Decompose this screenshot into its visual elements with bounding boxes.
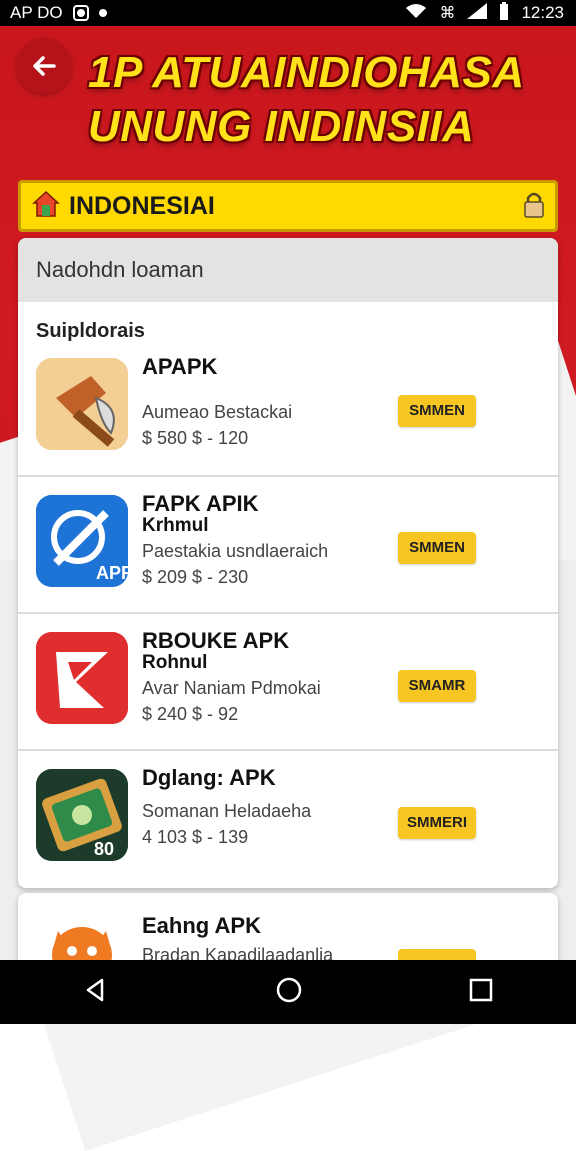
page-title: 1P ATUAINDIOHASA UNUNG INDINSIIA [88, 46, 568, 154]
app-list-panel: Nadohdn loaman Suipldorais APAPK Aumeao … [18, 238, 558, 888]
action-button[interactable]: SMMEN [398, 395, 476, 427]
list-item[interactable]: APAPK Aumeao Bestackai $ 580 $ - 120 SMM… [18, 340, 558, 477]
recents-nav-icon[interactable] [468, 977, 494, 1008]
arrow-left-icon [33, 56, 56, 76]
notification-icon [72, 5, 89, 21]
wifi-icon [405, 3, 427, 24]
app-subtitle: Rohnul [142, 652, 208, 673]
action-button[interactable]: SMMERI [398, 807, 476, 839]
app-name: Dglang: APK [142, 765, 276, 790]
status-bar: AP DO ⌘ 12:23 [0, 0, 576, 26]
vibrate-icon: ⌘ [439, 5, 456, 22]
back-button[interactable] [16, 38, 72, 94]
title-line-2: UNUNG INDINSIIA [88, 102, 475, 151]
flag-icon [36, 632, 128, 724]
search-field[interactable]: Nadohdn loaman [18, 238, 558, 302]
home-nav-icon[interactable] [274, 975, 304, 1010]
app-description: Somanan Heladaeha [142, 801, 312, 821]
app-price: $ 580 $ - 120 [142, 428, 249, 448]
money-icon: 80 [36, 769, 128, 861]
app-price: $ 240 $ - 92 [142, 704, 239, 724]
app-name: FAPK APIK [142, 491, 259, 516]
lock-icon [523, 190, 545, 223]
action-button[interactable]: SMAMR [398, 670, 476, 702]
country-label: INDONESIAI [69, 191, 215, 220]
list-item[interactable]: APR FAPK APIK Krhmul Paestakia usndlaera… [18, 477, 558, 614]
battery-icon [499, 1, 509, 25]
navigation-bar [0, 960, 576, 1024]
back-nav-icon[interactable] [82, 976, 110, 1009]
list-item[interactable]: RBOUKE APK Rohnul Avar Naniam Pdmokai $ … [18, 614, 558, 751]
clock: 12:23 [521, 3, 564, 22]
home-icon [31, 189, 61, 224]
signal-icon [467, 2, 488, 24]
action-button[interactable]: SMMEN [398, 532, 476, 564]
tool-icon: APR [36, 495, 128, 587]
country-selector[interactable]: INDONESIAI [18, 180, 558, 232]
app-name: APAPK [142, 354, 218, 379]
app-name: Eahng APK [142, 913, 261, 938]
app-price: 4 103 $ - 139 [142, 827, 249, 847]
dot-icon [98, 9, 107, 17]
app-subtitle: Krhmul [142, 515, 209, 536]
app-price: $ 209 $ - 230 [142, 567, 249, 587]
svg-text:80: 80 [94, 839, 114, 859]
status-text: AP DO [10, 3, 63, 22]
app-name: RBOUKE APK [142, 628, 290, 653]
hammer-icon [36, 358, 128, 450]
list-item[interactable]: 80 Dglang: APK Somanan Heladaeha 4 103 $… [18, 751, 558, 888]
search-text: Nadohdn loaman [36, 257, 204, 282]
title-line-1: 1P ATUAINDIOHASA [88, 48, 525, 97]
svg-text:APR: APR [96, 563, 128, 583]
app-description: Aumeao Bestackai [142, 402, 293, 422]
app-description: Avar Naniam Pdmokai [142, 678, 321, 698]
app-description: Paestakia usndlaeraich [142, 541, 329, 561]
